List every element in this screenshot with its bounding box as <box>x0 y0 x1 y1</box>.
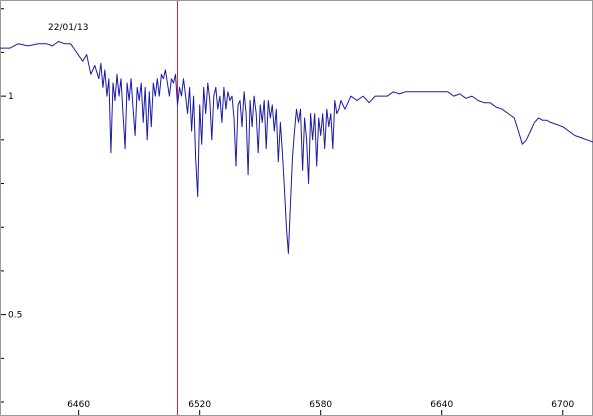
y-tick-label: 1 <box>8 92 14 102</box>
plot-frame <box>0 0 593 416</box>
y-tick-label: 0.5 <box>8 311 22 321</box>
spectrum-chart: 1 0.5 6460 6520 6580 6640 6700 22/01/13 <box>0 0 593 416</box>
x-tick-label: 6520 <box>188 400 211 410</box>
spectrum-chart-svg: 1 0.5 6460 6520 6580 6640 6700 22/01/13 <box>0 0 593 416</box>
date-annotation: 22/01/13 <box>48 23 88 33</box>
x-tick-label: 6580 <box>309 400 332 410</box>
x-tick-label: 6460 <box>67 400 90 410</box>
x-tick-label: 6700 <box>551 400 574 410</box>
x-tick-label: 6640 <box>430 400 453 410</box>
